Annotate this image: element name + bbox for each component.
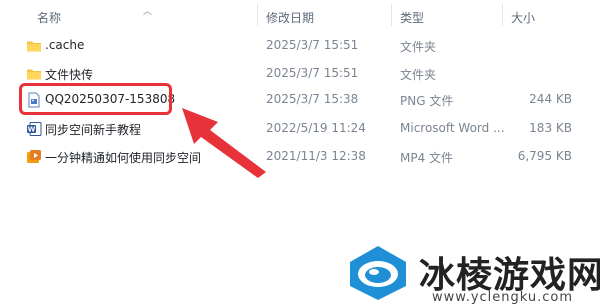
sort-ascending-icon: ︿	[143, 7, 153, 17]
file-size: 6,795 KB	[517, 149, 572, 163]
file-row[interactable]: .cache 2025/3/7 15:51 文件夹	[0, 34, 600, 60]
column-divider[interactable]	[257, 4, 258, 26]
file-type: PNG 文件	[400, 94, 454, 108]
watermark-url: www.yclengku.com	[432, 290, 574, 305]
folder-icon	[27, 69, 41, 80]
svg-text:W: W	[28, 126, 36, 134]
mp4-file-icon	[27, 150, 41, 163]
column-header-type[interactable]: 类型	[400, 9, 424, 26]
file-type: 文件夹	[400, 40, 437, 54]
file-row[interactable]: W 同步空间新手教程 2022/5/19 11:24 Microsoft Wor…	[0, 117, 600, 143]
file-date: 2025/3/7 15:51	[266, 38, 359, 52]
file-type: MP4 文件	[400, 151, 454, 165]
file-name: 同步空间新手教程	[45, 123, 142, 137]
column-header-name[interactable]: 名称	[37, 9, 61, 26]
file-date: 2021/11/3 12:38	[266, 149, 366, 163]
watermark-logo-icon	[350, 246, 406, 300]
highlight-box	[19, 83, 172, 115]
red-arrow-icon	[182, 108, 266, 178]
column-divider[interactable]	[391, 4, 392, 26]
file-name: .cache	[45, 38, 85, 52]
file-type: 文件夹	[400, 68, 437, 82]
file-date: 2022/5/19 11:24	[266, 121, 366, 135]
file-date: 2025/3/7 15:51	[266, 66, 359, 80]
word-doc-icon: W	[27, 122, 42, 136]
folder-icon	[27, 41, 41, 52]
file-size: 244 KB	[529, 92, 572, 106]
column-header-date[interactable]: 修改日期	[266, 9, 314, 26]
file-explorer-view: 名称 ︿ 修改日期 类型 大小 .cache 2025/3/7 15:51 文件…	[0, 0, 600, 308]
file-size: 183 KB	[529, 121, 572, 135]
column-divider[interactable]	[502, 4, 503, 26]
column-header: 名称 ︿ 修改日期 类型 大小	[0, 0, 600, 30]
file-row[interactable]: 一分钟精通如何使用同步空间 2021/11/3 12:38 MP4 文件 6,7…	[0, 145, 600, 171]
column-header-size[interactable]: 大小	[511, 9, 535, 26]
file-name: 文件快传	[45, 68, 94, 82]
